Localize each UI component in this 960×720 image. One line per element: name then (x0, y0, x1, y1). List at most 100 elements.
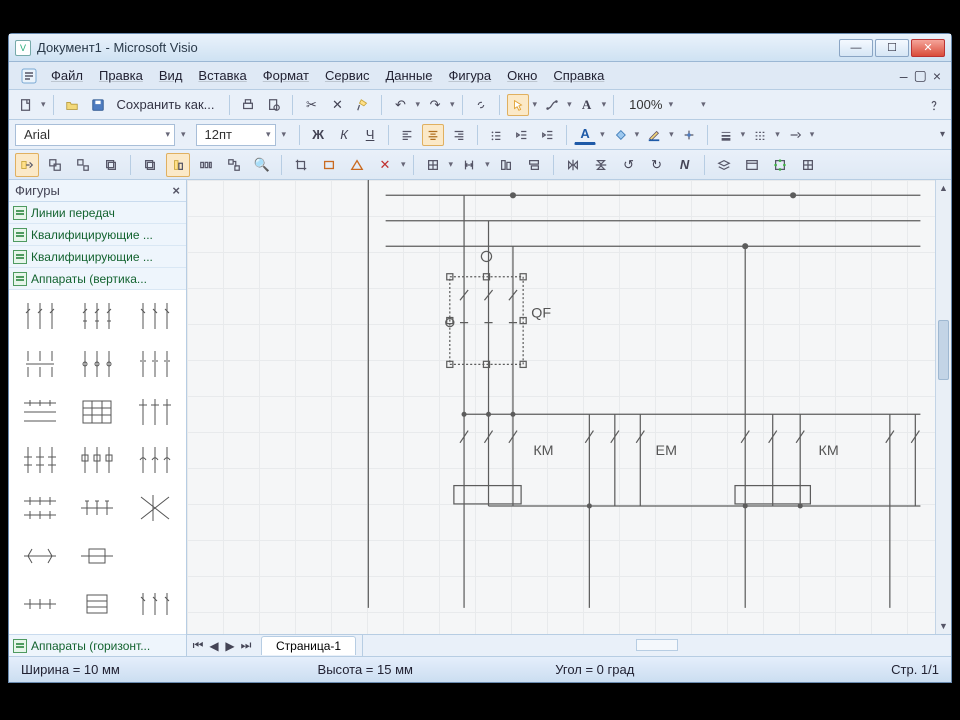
freeform-button[interactable]: N (673, 153, 697, 177)
crop-button[interactable] (289, 153, 313, 177)
line-pattern-button[interactable] (749, 124, 771, 146)
scroll-up-icon[interactable]: ▲ (936, 180, 951, 196)
shape-thumb[interactable] (73, 344, 123, 384)
format-painter-button[interactable] (352, 94, 374, 116)
pointer-tool-button[interactable] (507, 94, 529, 116)
mdi-close-icon[interactable]: × (933, 68, 941, 84)
shape-thumb[interactable] (130, 488, 180, 528)
menu-window[interactable]: Окно (499, 65, 545, 86)
shape-thumb[interactable] (73, 392, 123, 432)
shape-thumb[interactable] (130, 392, 180, 432)
menu-help[interactable]: Справка (545, 65, 612, 86)
shape-thumb[interactable] (73, 536, 123, 576)
connection-point-button[interactable] (678, 124, 700, 146)
shape-thumb[interactable] (15, 296, 65, 336)
mdi-minimize-icon[interactable]: – (900, 68, 908, 84)
app-menu-icon[interactable] (19, 66, 39, 86)
tab-next-icon[interactable]: ▶ (223, 639, 237, 653)
indent-dec-button[interactable] (511, 124, 533, 146)
align-shapes-button[interactable] (166, 153, 190, 177)
connection-points-button[interactable] (768, 153, 792, 177)
tab-last-icon[interactable]: ⏭ (239, 638, 253, 653)
tab-prev-icon[interactable]: ◀ (207, 639, 221, 653)
shape-thumb[interactable] (15, 344, 65, 384)
menu-tools[interactable]: Сервис (317, 65, 378, 86)
menu-shape[interactable]: Фигура (440, 65, 499, 86)
zoom-combo[interactable]: 100% (621, 94, 677, 116)
scroll-thumb[interactable] (938, 320, 949, 380)
rotate-left-button[interactable]: ↺ (617, 153, 641, 177)
flip-v-button[interactable] (589, 153, 613, 177)
grid-button[interactable] (796, 153, 820, 177)
align-right-button[interactable] (448, 124, 470, 146)
shape-thumb[interactable] (130, 536, 180, 576)
font-color-button[interactable]: A (574, 125, 596, 145)
tab-first-icon[interactable]: ⏮ (191, 638, 205, 653)
close-button[interactable]: ✕ (911, 39, 945, 57)
menu-data[interactable]: Данные (377, 65, 440, 86)
stencil-item[interactable]: Линии передач (9, 202, 186, 224)
delete-shape-button[interactable]: ✕ (373, 153, 397, 177)
print-preview-button[interactable] (263, 94, 285, 116)
redo-button[interactable]: ↷ (424, 94, 446, 116)
tab-nav-controls[interactable]: ⏮ ◀ ▶ ⏭ (187, 638, 257, 653)
new-button[interactable] (15, 94, 37, 116)
zoom-button[interactable]: 🔍 (250, 153, 274, 177)
fill-color-button[interactable] (609, 124, 631, 146)
underline-button[interactable]: Ч (359, 124, 381, 146)
shape-window-button[interactable] (740, 153, 764, 177)
indent-inc-button[interactable] (537, 124, 559, 146)
drawing-canvas[interactable]: QF (187, 180, 951, 634)
stencil-item[interactable]: Квалифицирующие ... (9, 224, 186, 246)
shape-thumb[interactable] (15, 584, 65, 624)
layers-button[interactable] (712, 153, 736, 177)
line-weight-button[interactable] (715, 124, 737, 146)
align-v-button[interactable] (522, 153, 546, 177)
undo-button[interactable]: ↶ (389, 94, 411, 116)
menu-format[interactable]: Формат (255, 65, 317, 86)
connector-tool-button[interactable] (541, 94, 563, 116)
shape-thumb[interactable] (73, 296, 123, 336)
print-button[interactable] (237, 94, 259, 116)
delete-button[interactable]: ✕ (326, 94, 348, 116)
spacing-button[interactable] (457, 153, 481, 177)
triangle-button[interactable] (345, 153, 369, 177)
shape-thumb[interactable] (15, 440, 65, 480)
shape-thumb[interactable] (15, 488, 65, 528)
shape-thumb[interactable] (130, 344, 180, 384)
save-button[interactable] (87, 94, 109, 116)
group-button[interactable] (43, 153, 67, 177)
mdi-restore-icon[interactable]: ▢ (914, 67, 927, 84)
stencil-item[interactable]: Аппараты (вертика... (9, 268, 186, 290)
open-button[interactable] (61, 94, 83, 116)
title-bar[interactable]: V Документ1 - Microsoft Visio — ☐ ✕ (9, 34, 951, 62)
shape-thumb[interactable] (15, 392, 65, 432)
size-position-button[interactable] (421, 153, 445, 177)
ungroup-button[interactable] (71, 153, 95, 177)
font-size-combo[interactable]: 12пт (196, 124, 276, 146)
align-center-button[interactable] (422, 124, 444, 146)
save-as-label[interactable]: Сохранить как... (117, 97, 215, 112)
menu-view[interactable]: Вид (151, 65, 191, 86)
distribute-button[interactable] (194, 153, 218, 177)
send-back-button[interactable] (138, 153, 162, 177)
help-button[interactable] (923, 94, 945, 116)
align-h-button[interactable] (494, 153, 518, 177)
line-ends-button[interactable] (784, 124, 806, 146)
page-tab[interactable]: Страница-1 (261, 636, 356, 655)
cut-button[interactable]: ✂ (300, 94, 322, 116)
maximize-button[interactable]: ☐ (875, 39, 909, 57)
vertical-scrollbar[interactable]: ▲ ▼ (935, 180, 951, 634)
shape-thumb[interactable] (73, 488, 123, 528)
menu-insert[interactable]: Вставка (190, 65, 254, 86)
shape-thumb[interactable] (130, 296, 180, 336)
stencil-item[interactable]: Аппараты (горизонт... (9, 634, 186, 656)
horizontal-scrollbar[interactable] (362, 635, 951, 656)
shape-thumb[interactable] (130, 440, 180, 480)
bold-button[interactable]: Ж (307, 124, 329, 146)
font-combo[interactable]: Arial (15, 124, 175, 146)
rectangle-button[interactable] (317, 153, 341, 177)
scroll-down-icon[interactable]: ▼ (936, 618, 951, 634)
italic-button[interactable]: К (333, 124, 355, 146)
shape-thumb[interactable] (73, 440, 123, 480)
